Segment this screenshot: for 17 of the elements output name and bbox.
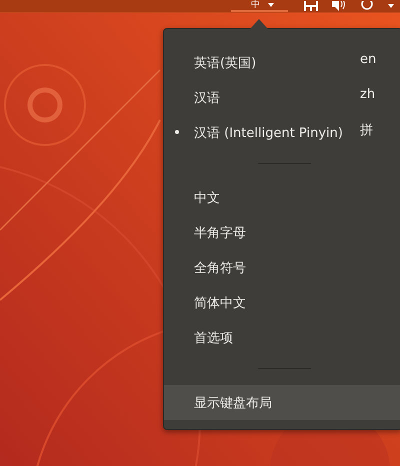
menu-item[interactable]: 英语(英国) en [164,45,400,80]
shortcut-label: 拼 [360,122,374,138]
caret-icon [268,3,274,7]
menu-item[interactable]: 汉语 (Intelligent Pinyin) 拼 [164,115,400,150]
shortcut-label: zh [360,87,376,102]
caret-icon[interactable] [388,4,394,8]
volume-icon[interactable] [332,1,346,11]
menu-item[interactable]: 汉语 zh [164,80,400,115]
menu-item[interactable]: 半角字母 [164,215,400,250]
menu-item[interactable]: 全角符号 [164,250,400,285]
shortcut-label: en [360,52,378,67]
menu-item[interactable]: 简体中文 [164,285,400,320]
menu-item[interactable]: 显示键盘布局 [164,385,400,420]
menu-item[interactable]: 中文 [164,180,400,215]
menu-item[interactable]: 首选项 [164,320,400,355]
power-icon[interactable] [360,1,374,11]
network-icon[interactable] [304,1,318,11]
